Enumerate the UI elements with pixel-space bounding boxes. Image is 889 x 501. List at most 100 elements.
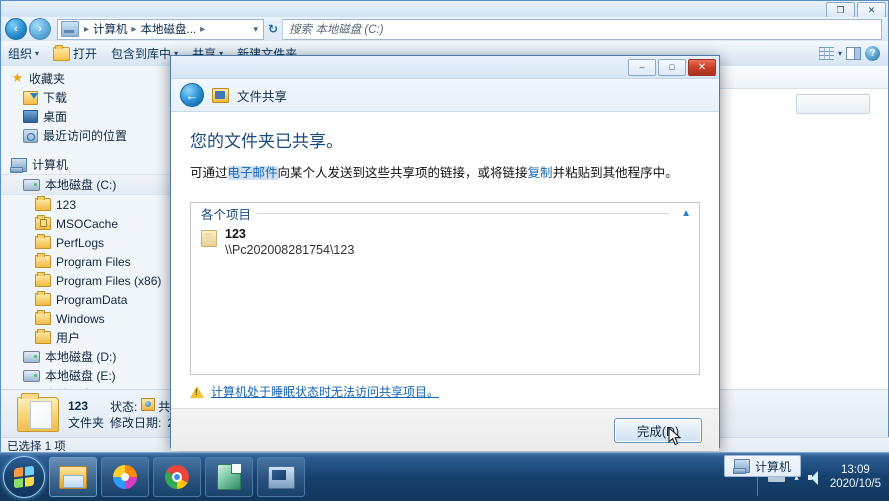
firefox-icon (113, 465, 137, 489)
dialog-nav-row: ← % 文件共享 (171, 79, 719, 112)
breadcrumb-separator-1: ▸ (131, 23, 137, 35)
warning-row: 计算机处于睡眠状态时无法访问共享项目。 (190, 383, 700, 400)
email-link[interactable]: 电子邮件 (227, 166, 278, 180)
open-button[interactable]: 打开 (46, 43, 104, 64)
refresh-icon[interactable]: ↻ (264, 22, 282, 36)
sidebar-item-drive-d[interactable]: 本地磁盘 (D:) (1, 347, 172, 366)
breadcrumb-item-computer[interactable]: 计算机 (92, 21, 129, 37)
taskbar: 计算机 ▴ 13:09 2020/10/5 (0, 452, 889, 501)
sidebar-item-windows[interactable]: Windows (1, 309, 172, 328)
dialog-title: 文件共享 (237, 89, 288, 104)
sidebar-item-label: 收藏夹 (29, 72, 66, 86)
folder-icon (35, 253, 51, 268)
drive-icon (23, 178, 40, 191)
sidebar-item-msocache[interactable]: MSOCache (1, 214, 172, 233)
dialog-titlebar[interactable]: – □ ✕ (171, 56, 719, 79)
organize-button[interactable]: 组织 ▾ (1, 43, 46, 64)
finish-button[interactable]: 完成(D) (614, 417, 702, 443)
explorer-restore-button[interactable]: ❐ (826, 2, 855, 18)
sidebar-item-program-files[interactable]: Program Files (1, 252, 172, 271)
details-state-value: 共 (158, 399, 171, 414)
taskbar-item-remote-desktop[interactable] (257, 457, 305, 497)
chevron-down-icon: ▾ (35, 49, 40, 58)
chevron-down-icon[interactable]: ▾ (838, 49, 842, 58)
dialog-footer: 完成(D) (171, 408, 719, 451)
recent-places-icon (23, 128, 38, 143)
group-divider (257, 212, 670, 214)
clock-time: 13:09 (841, 464, 870, 476)
preview-pane-icon[interactable] (846, 47, 861, 60)
dialog-heading: 您的文件夹已共享。 (190, 132, 343, 151)
list-item-text: 123 \\Pc202008281754\123 (225, 227, 354, 259)
sidebar-item-label: 桌面 (43, 110, 68, 124)
dialog-body: 您的文件夹已共享。 可通过电子邮件向某个人发送到这些共享项的链接，或将链接复制并… (171, 112, 719, 423)
sidebar-item-label: 本地磁盘 (D:) (45, 350, 117, 364)
chevron-up-icon[interactable]: ▲ (677, 207, 691, 219)
explorer-titlebar[interactable]: ❐ ✕ (1, 1, 888, 18)
details-modified-label: 修改日期: (110, 415, 162, 430)
dialog-back-button[interactable]: ← (180, 83, 204, 107)
breadcrumb[interactable]: ▸ 计算机 ▸ 本地磁盘... ▸ ▾ (57, 18, 264, 40)
dialog-maximize-button[interactable]: □ (658, 58, 686, 76)
volume-icon[interactable] (807, 470, 821, 485)
shared-items-list: 123 \\Pc202008281754\123 (191, 227, 699, 259)
details-state-group: 状态: 共 (110, 397, 171, 415)
copy-link[interactable]: 复制 (528, 166, 553, 180)
breadcrumb-item-drive[interactable]: 本地磁盘... (140, 21, 198, 37)
help-icon[interactable]: ? (865, 46, 880, 61)
folder-icon (35, 310, 51, 325)
description-part-3: 并粘贴到其他程序中。 (552, 166, 678, 180)
open-label: 打开 (73, 47, 98, 61)
sidebar-item-perflogs[interactable]: PerfLogs (1, 233, 172, 252)
search-placeholder: 搜索 本地磁盘 (C:) (289, 24, 384, 36)
sidebar-item-label: 计算机 (32, 158, 69, 172)
taskbar-item-chrome[interactable] (153, 457, 201, 497)
shared-item-path: \\Pc202008281754\123 (225, 243, 355, 257)
note-icon (217, 464, 241, 490)
taskbar-item-firefox[interactable] (101, 457, 149, 497)
list-item[interactable]: 123 \\Pc202008281754\123 (201, 227, 689, 259)
active-window-label[interactable]: 计算机 (724, 455, 802, 477)
back-button[interactable]: ‹ (5, 18, 27, 40)
sidebar-item-desktop[interactable]: 桌面 (1, 107, 172, 126)
monitor-icon (267, 465, 295, 489)
desktop-icon (23, 110, 38, 123)
sidebar-item-users[interactable]: 用户 (1, 328, 172, 347)
computer-breadcrumb-icon (61, 21, 79, 37)
breadcrumb-dropdown-icon[interactable]: ▾ (248, 24, 263, 35)
sidebar-item-drive-c[interactable]: 本地磁盘 (C:) (1, 174, 172, 195)
dialog-close-button[interactable]: ✕ (688, 58, 716, 76)
search-input[interactable]: 搜索 本地磁盘 (C:) (282, 18, 882, 40)
filter-box[interactable] (796, 94, 870, 114)
folder-icon (35, 196, 51, 211)
forward-button[interactable]: › (29, 18, 51, 40)
windows-logo-icon (14, 465, 34, 489)
sidebar-item-programdata[interactable]: ProgramData (1, 290, 172, 309)
sidebar-item-computer[interactable]: 计算机 (1, 155, 172, 174)
sidebar-item-label: 最近访问的位置 (43, 129, 128, 143)
sidebar-item-drive-e[interactable]: 本地磁盘 (E:) (1, 366, 172, 385)
sidebar-item-favorites[interactable]: ★ 收藏夹 (1, 69, 172, 88)
sidebar-item-downloads[interactable]: 下载 (1, 88, 172, 107)
sidebar-item-label: PerfLogs (56, 235, 105, 250)
taskbar-item-explorer[interactable] (49, 457, 97, 497)
folder-locked-icon (35, 215, 51, 230)
clock[interactable]: 13:09 2020/10/5 (830, 463, 881, 491)
change-view-icon[interactable] (818, 47, 834, 60)
dialog-minimize-button[interactable]: – (628, 58, 656, 76)
sleep-warning-link[interactable]: 计算机处于睡眠状态时无法访问共享项目。 (211, 383, 439, 400)
description-part-1: 可通过 (190, 166, 228, 180)
description-part-2: 向某个人发送到这些共享项的链接，或将链接 (277, 166, 528, 180)
explorer-close-button[interactable]: ✕ (857, 2, 886, 18)
details-name: 123 (68, 399, 89, 413)
navigation-pane: ★ 收藏夹 下载 桌面 最近访问的位置 计算机 本地磁盘 (C:) 123 MS… (1, 66, 173, 389)
sidebar-item-recent-places[interactable]: 最近访问的位置 (1, 126, 172, 145)
sidebar-item-program-files-x86[interactable]: Program Files (x86) (1, 271, 172, 290)
sidebar-item-label: MSOCache (56, 216, 119, 231)
details-type: 文件夹 (68, 415, 105, 430)
sidebar-item-123[interactable]: 123 (1, 195, 172, 214)
start-button[interactable] (3, 456, 45, 498)
shared-folder-icon (140, 397, 155, 411)
taskbar-item-note-app[interactable] (205, 457, 253, 497)
